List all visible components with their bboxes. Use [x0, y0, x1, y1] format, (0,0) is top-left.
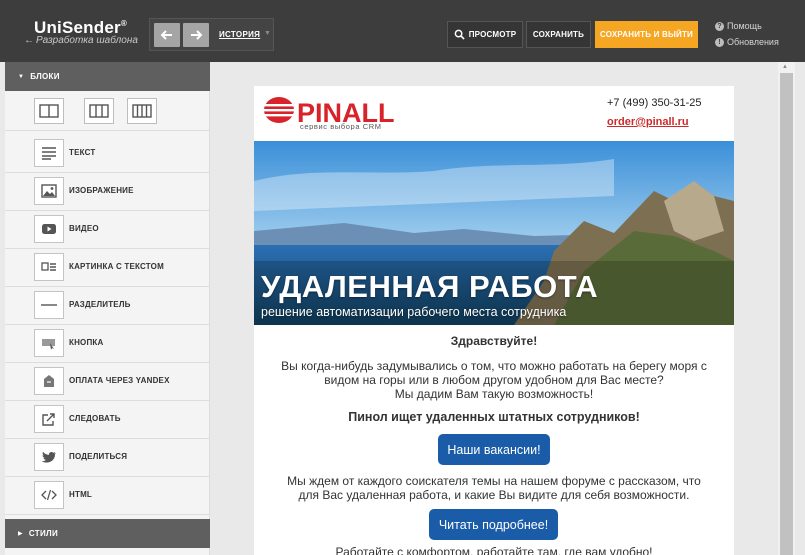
video-icon: [34, 215, 64, 243]
blocks-section-header[interactable]: ▼ БЛОКИ: [5, 62, 210, 91]
canvas-scrollbar[interactable]: ▲: [778, 62, 795, 555]
forum-paragraph: Мы ждем от каждого соискателя темы на на…: [287, 474, 701, 502]
scroll-up-arrow-icon[interactable]: ▲: [782, 64, 788, 70]
save-button[interactable]: СОХРАНИТЬ: [526, 21, 591, 48]
intro-paragraph: Вы когда-нибудь задумывались о том, что …: [281, 359, 707, 401]
email-template[interactable]: PINALL сервис выбора CRM +7 (499) 350-31…: [254, 86, 734, 555]
top-bar: UniSender® ← Разработка шаблона ИСТОРИЯ ▼…: [0, 0, 805, 62]
styles-section-header[interactable]: ▶ СТИЛИ: [5, 519, 210, 548]
button-icon: [34, 329, 64, 357]
pinall-logo: PINALL сервис выбора CRM: [264, 97, 395, 130]
banner-title: УДАЛЕННАЯ РАБОТА: [261, 269, 599, 304]
image-text-icon: [34, 253, 64, 281]
help-link[interactable]: ? Помощь: [715, 21, 762, 31]
text-icon: [34, 139, 64, 167]
updates-link[interactable]: ! Обновления: [715, 37, 779, 47]
triangle-right-icon: ▶: [18, 531, 23, 537]
block-image-with-text[interactable]: КАРТИНКА С ТЕКСТОМ: [5, 249, 210, 287]
closing-paragraph: Работайте с комфортом, работайте там, гд…: [335, 545, 653, 555]
redo-button[interactable]: [183, 23, 209, 47]
two-column-layout-icon[interactable]: [34, 98, 64, 124]
chevron-down-icon[interactable]: ▼: [264, 30, 271, 37]
html-code-icon: [34, 481, 64, 509]
block-video[interactable]: ВИДЕО: [5, 211, 210, 249]
vacancies-button[interactable]: Наши вакансии!: [438, 434, 550, 465]
greeting-text: Здравствуйте!: [450, 334, 538, 348]
svg-text:сервис выбора CRM: сервис выбора CRM: [300, 122, 382, 130]
undo-arrow-icon: [160, 30, 172, 40]
contact-email-link[interactable]: order@pinall.ru: [607, 116, 689, 128]
triangle-down-icon: ▼: [18, 73, 25, 80]
image-icon: [34, 177, 64, 205]
contact-phone: +7 (499) 350-31-25: [607, 97, 702, 109]
four-column-layout-icon[interactable]: [127, 98, 157, 124]
redo-arrow-icon: [191, 30, 203, 40]
layout-row: [5, 91, 210, 131]
email-canvas: PINALL сервис выбора CRM +7 (499) 350-31…: [210, 62, 778, 555]
divider-icon: [34, 291, 64, 319]
help-question-icon: ?: [715, 21, 724, 31]
save-and-exit-button[interactable]: СОХРАНИТЬ И ВЫЙТИ: [595, 21, 698, 48]
block-divider[interactable]: РАЗДЕЛИТЕЛЬ: [5, 287, 210, 325]
right-edge: [795, 62, 805, 555]
block-button[interactable]: КНОПКА: [5, 325, 210, 363]
history-dropdown[interactable]: ИСТОРИЯ: [219, 30, 260, 39]
history-control: ИСТОРИЯ ▼: [149, 18, 274, 51]
block-text[interactable]: ТЕКСТ: [5, 135, 210, 173]
banner-subtitle: решение автоматизации рабочего места сот…: [261, 305, 567, 319]
block-follow[interactable]: СЛЕДОВАТЬ: [5, 401, 210, 439]
scrollbar-thumb[interactable]: [780, 73, 793, 555]
hiring-heading: Пинол ищет удаленных штатных сотрудников…: [348, 410, 640, 424]
block-image[interactable]: ИЗОБРАЖЕНИЕ: [5, 173, 210, 211]
back-arrow-icon: ←: [24, 35, 34, 46]
block-yandex-payment[interactable]: ОПЛАТА ЧЕРЕЗ YANDEX: [5, 363, 210, 401]
info-icon: !: [715, 37, 724, 47]
back-to-templates-link[interactable]: ← Разработка шаблона: [24, 35, 138, 46]
blocks-sidebar: ▼ БЛОКИ ТЕКСТ ИЗОБРАЖЕНИЕ ВИДЕО КАРТИНКА …: [5, 62, 210, 555]
read-more-button[interactable]: Читать подробнее!: [429, 509, 558, 540]
three-column-layout-icon[interactable]: [84, 98, 114, 124]
banner-image[interactable]: УДАЛЕННАЯ РАБОТА решение автоматизации р…: [254, 141, 734, 325]
block-html[interactable]: HTML: [5, 477, 210, 515]
block-share[interactable]: ПОДЕЛИТЬСЯ: [5, 439, 210, 477]
undo-button[interactable]: [154, 23, 180, 47]
preview-button[interactable]: ПРОСМОТР: [447, 21, 523, 48]
follow-icon: [34, 405, 64, 433]
yandex-payment-icon: [34, 367, 64, 395]
magnifier-icon: [454, 29, 465, 40]
twitter-icon: [34, 443, 64, 471]
